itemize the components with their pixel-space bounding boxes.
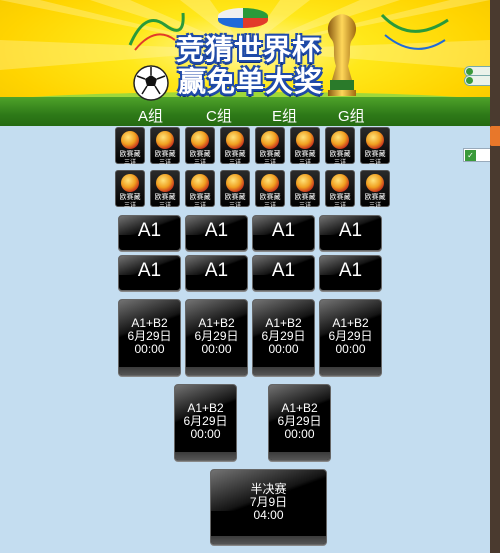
team-flag-tile[interactable]: 欧赛藏 三详: [325, 170, 355, 209]
match-card[interactable]: A1: [319, 255, 382, 291]
match-card[interactable]: A1: [118, 215, 181, 251]
quarter-teams: A1+B2: [198, 316, 235, 330]
team-flag-icon: [226, 131, 244, 149]
semi-teams: A1+B2: [281, 401, 318, 415]
team-flag-tile[interactable]: 欧赛藏 三详: [325, 127, 355, 166]
match-label: A1: [204, 220, 229, 241]
team-flag-icon: [121, 174, 139, 192]
team-flag-tile[interactable]: 欧赛藏 三详: [150, 170, 180, 209]
match-label: A1: [271, 220, 296, 241]
side-check-widget[interactable]: ✓: [463, 148, 491, 162]
team-sub-label: 三详: [123, 203, 136, 209]
semi-card[interactable]: A1+B2 6月29日 00:00: [174, 384, 237, 461]
quarter-card[interactable]: A1+B2 6月29日 00:00: [252, 299, 315, 376]
team-flag-icon: [331, 174, 349, 192]
match-card[interactable]: A1: [185, 215, 248, 251]
final-stage: 半决赛: [250, 482, 287, 496]
team-sub-label: 三详: [263, 160, 276, 166]
match-label: A1: [137, 260, 162, 281]
group-tab-c[interactable]: C组: [206, 105, 266, 126]
soccer-ball-icon: [133, 65, 169, 101]
team-flag-icon: [191, 131, 209, 149]
team-sub-label: 三详: [298, 203, 311, 209]
team-flag-tile[interactable]: 欧赛藏 三详: [255, 170, 285, 209]
team-flag-tile[interactable]: 欧赛藏 三详: [290, 170, 320, 209]
team-sub-label: 三详: [368, 203, 381, 209]
final-card[interactable]: 半决赛 7月9日 04:00: [210, 469, 327, 545]
match-card[interactable]: A1: [252, 215, 315, 251]
right-gutter: [490, 0, 500, 553]
team-flag-tile[interactable]: 欧赛藏 三详: [255, 127, 285, 166]
group-tab-a[interactable]: A组: [138, 105, 198, 126]
match-label: A1: [338, 220, 363, 241]
team-flag-tile[interactable]: 欧赛藏 三详: [115, 170, 145, 209]
promo-banner: 竞猜世界杯 赢免单大奖 A组 C组 E组 G组: [0, 0, 490, 126]
match-card[interactable]: A1: [118, 255, 181, 291]
team-sub-label: 三详: [158, 203, 171, 209]
match-card[interactable]: A1: [319, 215, 382, 251]
team-sub-label: 三详: [333, 203, 346, 209]
team-flag-tile[interactable]: 欧赛藏 三详: [115, 127, 145, 166]
team-flag-icon: [296, 131, 314, 149]
team-flag-icon: [156, 174, 174, 192]
team-flag-tile[interactable]: 欧赛藏 三详: [220, 127, 250, 166]
semi-time: 00:00: [190, 427, 221, 441]
team-sub-label: 三详: [158, 160, 171, 166]
quarter-time: 00:00: [134, 342, 165, 356]
quarter-card[interactable]: A1+B2 6月29日 00:00: [319, 299, 382, 376]
team-sub-label: 三详: [228, 160, 241, 166]
team-flag-icon: [331, 131, 349, 149]
match-card[interactable]: A1: [252, 255, 315, 291]
quarter-card[interactable]: A1+B2 6月29日 00:00: [185, 299, 248, 376]
team-sub-label: 三详: [263, 203, 276, 209]
team-flag-tile[interactable]: 欧赛藏 三详: [150, 127, 180, 166]
confetti-decoration-right: [380, 13, 449, 50]
team-flag-tile[interactable]: 欧赛藏 三详: [220, 170, 250, 209]
team-flag-tile[interactable]: 欧赛藏 三详: [185, 127, 215, 166]
team-flag-tile[interactable]: 欧赛藏 三详: [290, 127, 320, 166]
team-sub-label: 三详: [333, 160, 346, 166]
match-card[interactable]: A1: [185, 255, 248, 291]
team-flag-icon: [366, 174, 384, 192]
match-label: A1: [204, 260, 229, 281]
team-sub-label: 三详: [298, 160, 311, 166]
semi-teams: A1+B2: [187, 401, 224, 415]
team-flag-icon: [121, 131, 139, 149]
match-label: A1: [338, 260, 363, 281]
emblem-icon: [218, 8, 268, 28]
team-flag-tile[interactable]: 欧赛藏 三详: [185, 170, 215, 209]
trophy-icon: [327, 14, 357, 96]
quarter-teams: A1+B2: [265, 316, 302, 330]
group-tab-e[interactable]: E组: [272, 105, 332, 126]
semi-card[interactable]: A1+B2 6月29日 00:00: [268, 384, 331, 461]
quarter-time: 00:00: [201, 342, 232, 356]
final-time: 04:00: [253, 508, 284, 522]
team-flag-tile[interactable]: 欧赛藏 三详: [360, 170, 390, 209]
match-label: A1: [137, 220, 162, 241]
group-tab-g[interactable]: G组: [338, 105, 398, 126]
team-flag-icon: [296, 174, 314, 192]
team-sub-label: 三详: [123, 160, 136, 166]
side-tab[interactable]: [490, 126, 500, 146]
match-label: A1: [271, 260, 296, 281]
check-icon: ✓: [465, 150, 476, 161]
team-sub-label: 三详: [368, 160, 381, 166]
quarter-card[interactable]: A1+B2 6月29日 00:00: [118, 299, 181, 376]
team-flag-icon: [366, 131, 384, 149]
quarter-time: 00:00: [268, 342, 299, 356]
team-sub-label: 三详: [193, 203, 206, 209]
team-flag-icon: [191, 174, 209, 192]
team-sub-label: 三详: [228, 203, 241, 209]
team-flag-icon: [261, 131, 279, 149]
team-flag-icon: [156, 131, 174, 149]
team-flag-icon: [261, 174, 279, 192]
team-sub-label: 三详: [193, 160, 206, 166]
banner-title-line2: 赢免单大奖: [178, 66, 324, 97]
quarter-teams: A1+B2: [332, 316, 369, 330]
team-flag-icon: [226, 174, 244, 192]
quarter-time: 00:00: [335, 342, 366, 356]
semi-time: 00:00: [284, 427, 315, 441]
team-flag-tile[interactable]: 欧赛藏 三详: [360, 127, 390, 166]
quarter-teams: A1+B2: [131, 316, 168, 330]
